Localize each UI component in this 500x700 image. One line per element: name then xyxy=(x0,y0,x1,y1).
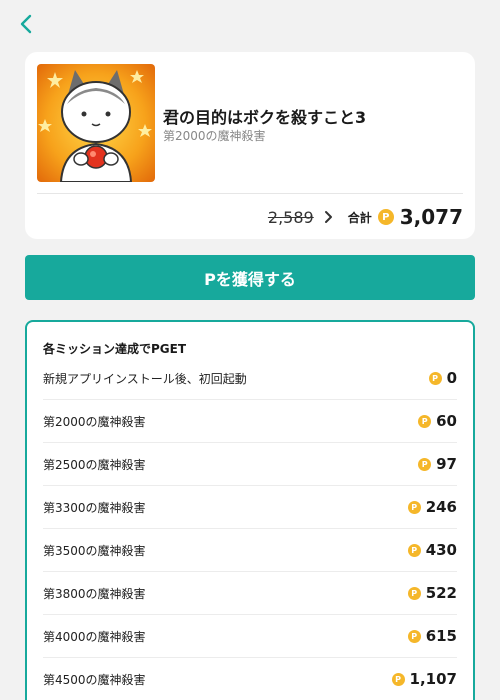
mission-reward: P 60 xyxy=(418,412,457,430)
price-summary: 2,589 合計 P 3,077 xyxy=(268,202,463,232)
mission-reward: P0 xyxy=(428,369,457,387)
point-coin-icon: P xyxy=(407,629,421,643)
get-points-button[interactable]: Pを獲得する xyxy=(25,255,475,300)
total-label: 合計 xyxy=(347,210,372,225)
mission-points: 97 xyxy=(436,455,457,473)
mission-label: 第2500の魔神殺害 xyxy=(43,457,146,472)
mission-reward: P 1,107 xyxy=(391,670,457,688)
mission-label: 第4000の魔神殺害 xyxy=(43,629,146,644)
back-button[interactable] xyxy=(12,10,40,38)
mission-row: 第3800の魔神殺害 P 522 xyxy=(43,572,457,615)
mission-row: 第4000の魔神殺害 P 615 xyxy=(43,615,457,658)
mission-points: 1,107 xyxy=(409,670,457,688)
point-coin-icon: P xyxy=(391,672,405,686)
mission-list-header: 各ミッション達成でPGET xyxy=(43,342,187,356)
mission-points: 430 xyxy=(425,541,457,559)
app-title: 君の目的はボクを殺すこと3 xyxy=(163,108,367,127)
mission-label: 第4500の魔神殺害 xyxy=(43,672,146,687)
point-coin-icon: P xyxy=(418,414,432,428)
mission-row: 第4500の魔神殺害 P 1,107 xyxy=(43,658,457,700)
mission-points: 615 xyxy=(425,627,457,645)
point-coin-icon: P xyxy=(407,543,421,557)
mission-label: 第2000の魔神殺害 xyxy=(43,414,146,429)
mission-reward: P 430 xyxy=(407,541,457,559)
mission-reward: P 246 xyxy=(407,498,457,516)
mission-reward: P 615 xyxy=(407,627,457,645)
chevron-left-icon xyxy=(20,14,32,34)
mission-row: 第2000の魔神殺害 P 60 xyxy=(43,400,457,443)
mission-label: 第3300の魔神殺害 xyxy=(43,500,146,515)
mission-label: 第3800の魔神殺害 xyxy=(43,586,146,601)
point-coin-icon: P xyxy=(407,500,421,514)
mission-row: 第3300の魔神殺害 P 246 xyxy=(43,486,457,529)
point-coin-icon: P xyxy=(377,209,394,225)
mission-list: 各ミッション達成でPGET 新規アプリインストール後、初回起動 P 0 第2000の魔… xyxy=(25,320,475,700)
point-coin-icon: P xyxy=(428,371,442,385)
mission-row: 第3500の魔神殺害 P 430 xyxy=(43,529,457,572)
mission-points: 246 xyxy=(425,498,457,516)
app-thumbnail xyxy=(37,64,155,182)
mission-row: 新規アプリインストール後、初回起動 P 0 xyxy=(43,357,457,400)
mission-points: 0 xyxy=(446,369,457,387)
mission-label: 第3500の魔神殺害 xyxy=(43,543,146,558)
mission-reward: P 97 xyxy=(418,455,457,473)
mission-reward: P 522 xyxy=(407,584,457,602)
old-price: 2,589 xyxy=(267,207,314,227)
app-subtitle: 第2000の魔神殺害 xyxy=(163,129,266,143)
mission-label: 新規アプリインストール後、初回起動 xyxy=(43,371,247,386)
total-points: 3,077 xyxy=(399,205,463,229)
mission-points: 522 xyxy=(425,584,457,602)
chevron-right-icon xyxy=(322,210,336,224)
mission-points: 60 xyxy=(436,412,457,430)
product-card: 君の目的はボクを殺すこと3 第2000の魔神殺害 2,589 合計 P 3,07… xyxy=(25,52,475,239)
point-coin-icon: P xyxy=(407,586,421,600)
mission-row: 第2500の魔神殺害 P 97 xyxy=(43,443,457,486)
point-coin-icon: P xyxy=(418,457,432,471)
divider xyxy=(37,193,463,194)
